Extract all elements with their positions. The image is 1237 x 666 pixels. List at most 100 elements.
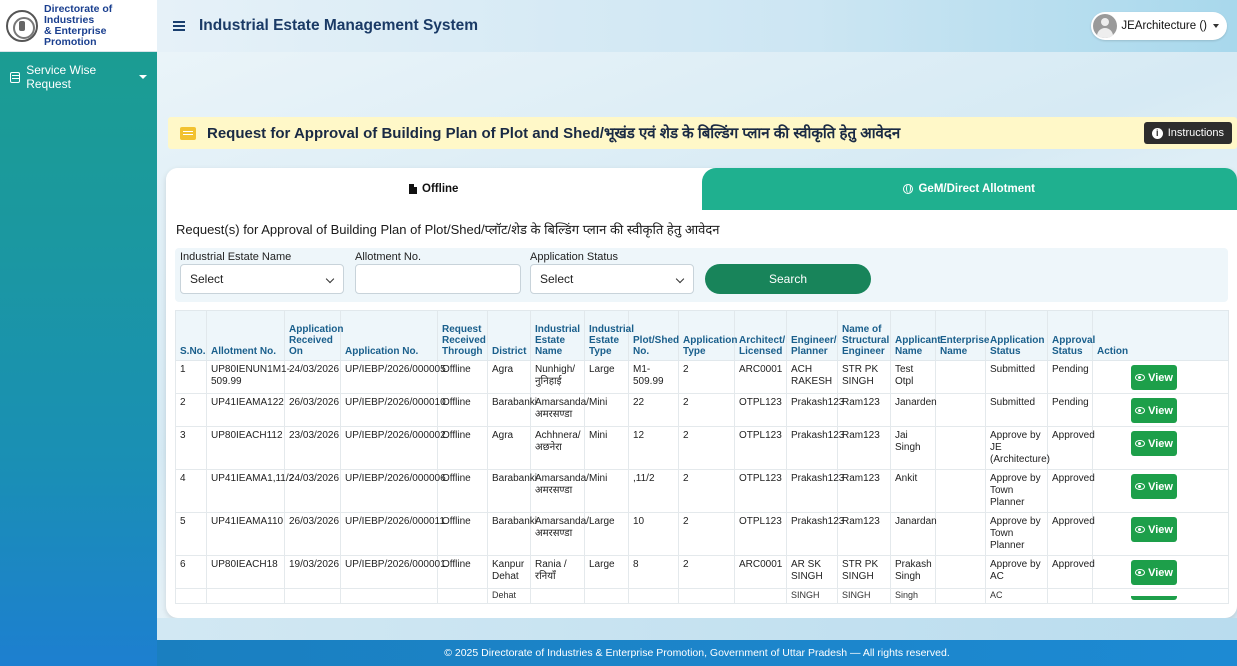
table-cell <box>340 588 438 604</box>
sidebar-item-service-wise-request[interactable]: Service Wise Request <box>0 60 157 94</box>
view-button[interactable]: View <box>1131 474 1177 499</box>
table-cell <box>935 555 986 589</box>
table-row-partial: Dehat SINGH SINGH Singh AC <box>175 588 1229 604</box>
table-cell: Singh <box>890 588 936 604</box>
table-cell <box>175 588 207 604</box>
table-cell: ,11/2 <box>628 469 679 513</box>
table-cell: Prakash123 <box>786 512 844 556</box>
table-cell: Prakash123 <box>786 426 844 470</box>
table-cell: Offline <box>437 393 488 427</box>
table-cell: Amarsanda/ अमरसण्डा <box>530 393 589 427</box>
table-cell: Approve by JE (Architecture) <box>985 426 1050 470</box>
column-header: Request Received Through <box>437 310 488 361</box>
table-row: 6 UP80IEACH18 19/03/2026 UP/IEBP/2026/00000… <box>175 555 1229 589</box>
table-cell: Achhnera/ अछनेरा <box>530 426 585 470</box>
view-button[interactable]: View <box>1131 431 1177 456</box>
view-label: View <box>1148 437 1173 450</box>
table-cell <box>678 588 735 604</box>
table-row: 4 UP41IEAMA1,11/2 24/03/2026 UP/IEBP/2026/0… <box>175 469 1229 513</box>
table-cell: Ram123 <box>837 393 891 427</box>
table-cell: Pending <box>1047 360 1093 394</box>
table-cell: Approved <box>1047 512 1095 556</box>
table-cell: UP/IEBP/2026/000005 <box>340 360 446 394</box>
brand-line-2: & Enterprise Promotion <box>44 24 107 48</box>
table-cell: Approve by Town Planner <box>985 512 1048 556</box>
user-menu[interactable]: JEArchitecture () <box>1091 12 1227 40</box>
table-cell: UP/IEBP/2026/000002 <box>340 426 446 470</box>
table-header-row: S.No. Allotment No. Application Received O… <box>175 310 1229 361</box>
eye-icon <box>1135 526 1146 533</box>
view-button[interactable]: View <box>1131 517 1177 542</box>
table-cell: Prakash Singh <box>890 555 936 589</box>
table-cell: Prakash123 <box>786 469 844 513</box>
table-cell: Prakash123 <box>786 393 844 427</box>
table-cell: UP41IEAMA110 <box>206 512 285 556</box>
table-cell <box>284 588 341 604</box>
table-cell: Test Otpl <box>890 360 936 394</box>
emblem-logo <box>6 9 38 42</box>
column-header: Industrial Estate Type <box>584 310 634 361</box>
table-cell: Offline <box>437 426 488 470</box>
footer-backdrop <box>157 618 1237 640</box>
table-cell: 2 <box>678 426 735 470</box>
table-cell <box>437 588 488 604</box>
table-cell: ACH RAKESH <box>786 360 838 394</box>
table-cell: Mini <box>584 393 629 427</box>
table-cell: 8 <box>628 555 679 589</box>
caret-down-icon <box>139 75 147 79</box>
table-cell: 2 <box>678 360 735 394</box>
instructions-button[interactable]: i Instructions <box>1143 122 1232 144</box>
table-cell <box>530 588 585 604</box>
eye-icon <box>1135 483 1146 490</box>
table-cell: UP/IEBP/2026/000001 <box>340 555 446 589</box>
search-button[interactable]: Search <box>705 264 871 294</box>
table-cell: STR PK SINGH <box>837 360 891 394</box>
table-cell: 6 <box>175 555 207 589</box>
hamburger-menu-icon[interactable] <box>173 19 185 33</box>
tab-offline[interactable]: Offline <box>166 168 702 210</box>
tab-gem-direct-allotment[interactable]: GeM/Direct Allotment <box>701 168 1237 210</box>
view-button[interactable]: View <box>1131 398 1177 423</box>
table-cell: Barabanki <box>487 469 537 513</box>
table-cell: Ram123 <box>837 512 891 556</box>
table-cell: 3 <box>175 426 207 470</box>
table-cell: Offline <box>437 512 488 556</box>
table-cell: Approved <box>1047 426 1095 470</box>
column-header: District <box>487 310 531 361</box>
table-cell: Large <box>584 555 629 589</box>
table-cell: Large <box>584 360 629 394</box>
tab-bar: Offline GeM/Direct Allotment <box>166 168 1237 210</box>
action-cell: View <box>1092 555 1229 589</box>
view-button[interactable] <box>1131 596 1177 600</box>
instructions-label: Instructions <box>1167 127 1224 139</box>
footer: © 2025 Directorate of Industries & Enter… <box>157 640 1237 666</box>
table-cell: Approved <box>1047 469 1095 513</box>
brand[interactable]: Directorate of Industries & Enterprise P… <box>0 0 157 52</box>
column-header: Action <box>1092 310 1229 361</box>
table-cell: Approved <box>1047 555 1095 589</box>
table-cell: M1-509.99 <box>628 360 679 394</box>
chevron-down-icon <box>325 274 335 284</box>
status-select[interactable]: Select <box>530 264 694 294</box>
status-label: Application Status <box>530 251 619 263</box>
status-select-value: Select <box>540 272 574 286</box>
table-cell: UP/IEBP/2026/000011 <box>340 512 445 556</box>
table-cell: 23/03/2026 <box>284 426 341 470</box>
table-cell: 2 <box>175 393 207 427</box>
estate-select-value: Select <box>190 272 224 286</box>
table-cell: Offline <box>437 360 488 394</box>
estate-select[interactable]: Select <box>180 264 344 294</box>
column-header: Industrial Estate Name <box>530 310 585 361</box>
table-cell: 1 <box>175 360 207 394</box>
table-cell: UP/IEBP/2026/000006 <box>340 469 446 513</box>
table-cell: OTPL123 <box>734 512 787 556</box>
chevron-down-icon <box>675 274 685 284</box>
table-cell: 4 <box>175 469 207 513</box>
allotment-input[interactable] <box>355 264 521 294</box>
table-cell: Ankit <box>890 469 936 513</box>
view-button[interactable]: View <box>1131 560 1177 585</box>
action-cell: View <box>1092 393 1229 427</box>
view-button[interactable]: View <box>1131 365 1177 390</box>
table-cell: OTPL123 <box>734 426 787 470</box>
table-cell <box>935 469 986 513</box>
